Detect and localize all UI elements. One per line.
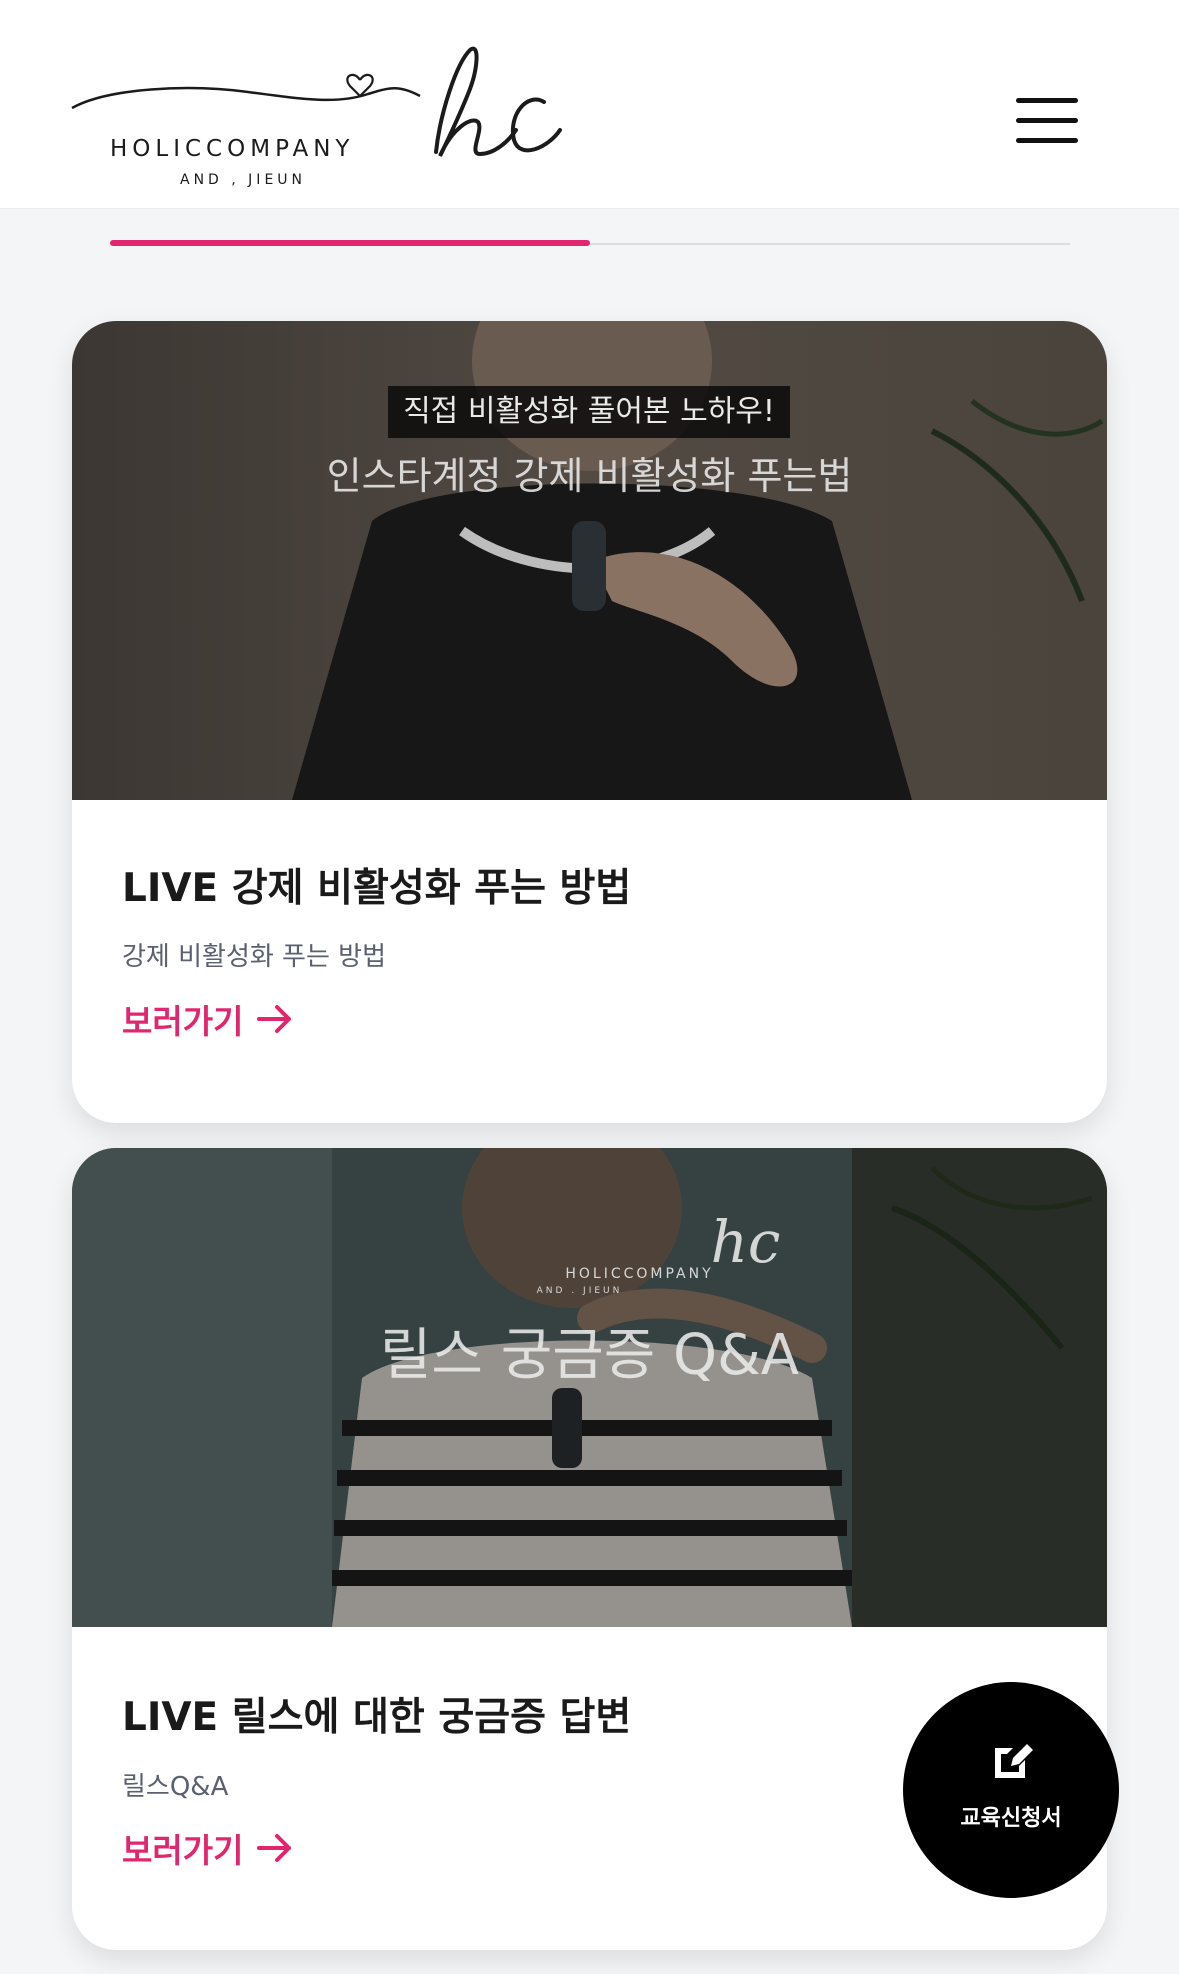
live-card[interactable]: 직접 비활성화 풀어본 노하우! 인스타계정 강제 비활성화 푸는법 LIVE … bbox=[72, 321, 1107, 1123]
thumbnail-caption: 인스타계정 강제 비활성화 푸는법 bbox=[326, 454, 853, 498]
site-header: HOLICCOMPANY AND , JIEUN bbox=[0, 0, 1179, 209]
thumbnail-brand-sub: AND . JIEUN bbox=[536, 1286, 623, 1296]
holiccompany-logo[interactable]: HOLICCOMPANY AND , JIEUN bbox=[68, 44, 568, 204]
arrow-right-icon bbox=[257, 1834, 292, 1862]
tab-indicator bbox=[110, 240, 1070, 248]
thumbnail-tag: 직접 비활성화 풀어본 노하우! bbox=[388, 386, 790, 438]
watch-link[interactable]: 보러가기 bbox=[122, 995, 293, 1043]
logo-brand-text: HOLICCOMPANY bbox=[110, 136, 355, 162]
card-description: 릴스Q&A bbox=[122, 1772, 229, 1802]
card-thumbnail[interactable]: 직접 비활성화 풀어본 노하우! 인스타계정 강제 비활성화 푸는법 bbox=[72, 321, 1107, 800]
card-title[interactable]: LIVE 강제 비활성화 푸는 방법 bbox=[122, 857, 631, 913]
card-thumbnail[interactable]: HOLICCOMPANY AND . JIEUN hc 릴스 궁금증 Q&A bbox=[72, 1148, 1107, 1627]
card-description: 강제 비활성화 푸는 방법 bbox=[122, 942, 386, 972]
watch-link-label: 보러가기 bbox=[122, 1002, 244, 1041]
application-form-button[interactable]: 교육신청서 bbox=[903, 1682, 1119, 1898]
logo-sub-text: AND , JIEUN bbox=[180, 172, 307, 188]
thumbnail-logo-mark: hc bbox=[710, 1208, 781, 1276]
thumbnail-caption: 릴스 궁금증 Q&A bbox=[379, 1323, 800, 1388]
arrow-right-icon bbox=[257, 1005, 292, 1033]
edit-icon bbox=[995, 1744, 1033, 1778]
hamburger-icon[interactable] bbox=[1012, 94, 1084, 148]
card-title[interactable]: LIVE 릴스에 대한 궁금증 답변 bbox=[122, 1686, 631, 1742]
fab-label: 교육신청서 bbox=[960, 1806, 1062, 1831]
watch-link-label: 보러가기 bbox=[122, 1831, 244, 1870]
watch-link[interactable]: 보러가기 bbox=[122, 1824, 293, 1872]
logo-swash bbox=[71, 46, 562, 157]
tab-active-indicator[interactable] bbox=[110, 240, 590, 246]
